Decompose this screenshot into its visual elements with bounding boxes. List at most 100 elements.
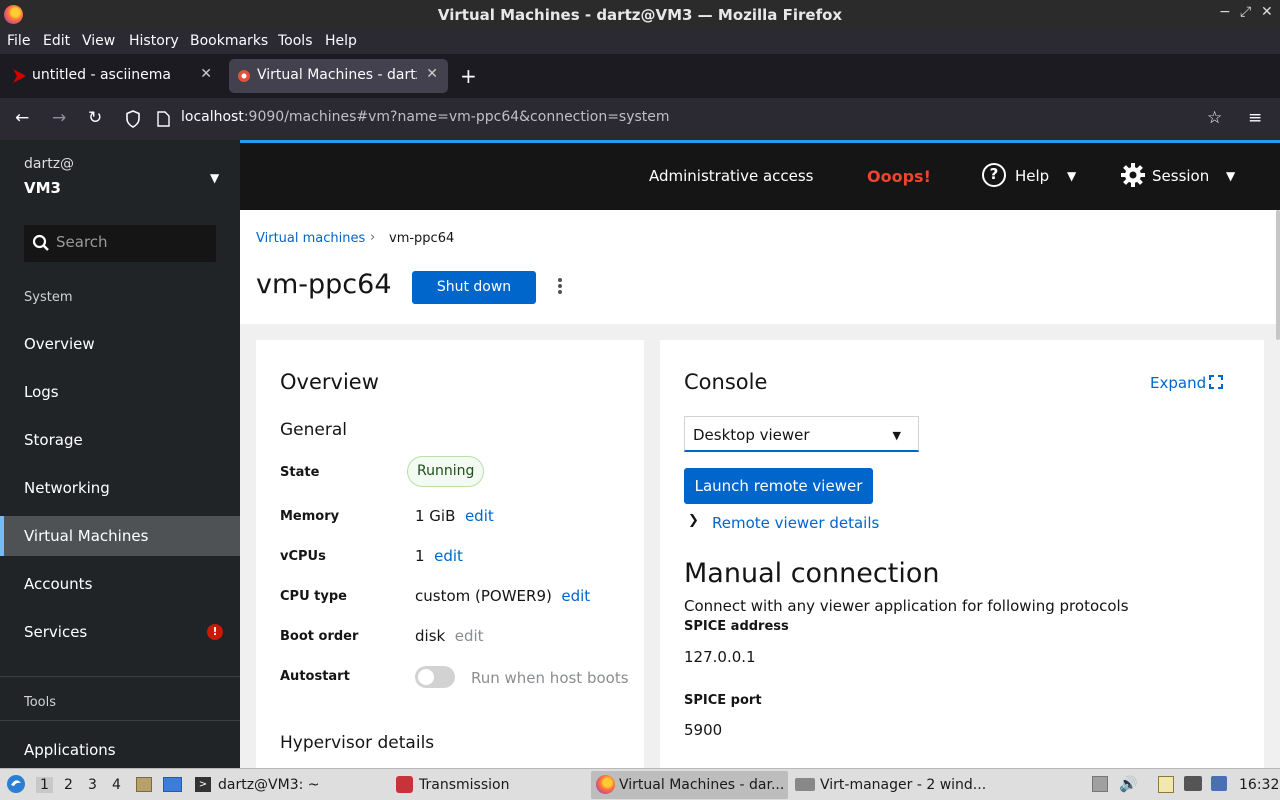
cpu-type-text: custom (POWER9) <box>415 587 552 605</box>
gear-icon[interactable] <box>1120 162 1146 188</box>
show-desktop-icon[interactable] <box>163 777 182 792</box>
taskbar-transmission[interactable]: Transmission <box>390 771 590 799</box>
boot-order-text: disk <box>415 627 446 645</box>
autostart-text: Run when host boots <box>471 669 629 687</box>
menu-hamburger-icon[interactable]: ≡ <box>1248 108 1262 128</box>
bookmark-star-icon[interactable]: ☆ <box>1207 108 1222 128</box>
sidebar-item-virtual-machines[interactable]: Virtual Machines <box>0 516 240 556</box>
sidebar-item-storage[interactable]: Storage <box>0 420 240 460</box>
select-caret-icon: ▼ <box>892 429 901 442</box>
taskbar-terminal-label: dartz@VM3: ~ <box>218 777 320 793</box>
expand-link[interactable]: Expand <box>1150 374 1206 392</box>
launch-remote-viewer-button[interactable]: Launch remote viewer <box>684 468 873 504</box>
close-tab-icon[interactable]: ✕ <box>426 66 438 82</box>
overview-title: Overview <box>280 370 379 394</box>
breadcrumb-virtual-machines[interactable]: Virtual machines <box>256 231 365 246</box>
cockpit-icon <box>238 70 250 82</box>
host-name[interactable]: VM3 <box>24 179 61 197</box>
shut-down-button[interactable]: Shut down <box>412 271 536 304</box>
transmission-icon <box>396 776 413 793</box>
sidebar-item-networking[interactable]: Networking <box>0 468 240 508</box>
sidebar-item-label: Logs <box>24 383 59 401</box>
tray-updates-icon[interactable] <box>1092 776 1108 792</box>
notification-icon[interactable] <box>1211 776 1227 791</box>
help-icon[interactable]: ? <box>982 163 1006 187</box>
start-menu-icon[interactable] <box>6 774 26 794</box>
sidebar-item-label: Overview <box>24 335 95 353</box>
vcpus-count: 1 <box>415 547 425 565</box>
forward-arrow-icon[interactable]: → <box>52 108 66 128</box>
url-text[interactable]: localhost:9090/machines#vm?name=vm-ppc64… <box>181 109 670 125</box>
kebab-menu-icon[interactable] <box>558 278 562 294</box>
session-button[interactable]: Session <box>1152 167 1209 185</box>
help-caret-icon[interactable]: ▼ <box>1067 169 1076 183</box>
sidebar-search[interactable] <box>24 225 216 262</box>
masthead: Administrative access Ooops! ? Help ▼ Se… <box>240 140 1280 210</box>
expand-icon[interactable] <box>1209 375 1223 389</box>
edit-cpu-type-link[interactable]: edit <box>561 587 590 605</box>
menu-help[interactable]: Help <box>325 33 357 49</box>
taskbar-virt-manager[interactable]: Virt-manager - 2 wind... <box>790 771 990 799</box>
close-window-button[interactable]: ✕ <box>1261 4 1273 20</box>
sidebar-item-services[interactable]: Services! <box>0 612 240 652</box>
sidebar-item-label: Virtual Machines <box>24 527 149 545</box>
clock: 16:32 <box>1239 777 1280 793</box>
menu-edit[interactable]: Edit <box>43 33 70 49</box>
taskbar: 1 2 3 4 > dartz@VM3: ~ Transmission Virt… <box>0 768 1280 800</box>
page-icon <box>157 111 170 127</box>
scrollbar[interactable] <box>1276 210 1280 340</box>
menu-history[interactable]: History <box>129 33 179 49</box>
taskbar-firefox[interactable]: Virtual Machines - dar... <box>591 771 788 799</box>
oops-button[interactable]: Ooops! <box>867 167 931 186</box>
close-tab-icon[interactable]: ✕ <box>200 66 212 82</box>
workspace-4[interactable]: 4 <box>112 777 121 793</box>
status-badge: Running <box>407 456 485 487</box>
menu-file[interactable]: File <box>7 33 30 49</box>
console-card: Console Expand Desktop viewer ▼ Launch re… <box>660 340 1264 768</box>
administrative-access-button[interactable]: Administrative access <box>649 167 814 185</box>
menu-bookmarks[interactable]: Bookmarks <box>190 33 268 49</box>
virt-manager-icon <box>795 778 815 791</box>
remote-viewer-details-link[interactable]: Remote viewer details <box>712 514 879 532</box>
edit-memory-link[interactable]: edit <box>465 507 494 525</box>
workspace-2[interactable]: 2 <box>64 777 73 793</box>
sidebar-item-logs[interactable]: Logs <box>0 372 240 412</box>
taskbar-terminal[interactable]: > dartz@VM3: ~ <box>190 771 390 799</box>
alert-icon: ! <box>207 624 223 640</box>
search-input[interactable] <box>56 233 206 251</box>
clipboard-icon[interactable] <box>1158 776 1174 793</box>
viewer-select[interactable]: Desktop viewer ▼ <box>684 416 919 452</box>
minimize-button[interactable]: − <box>1219 4 1231 20</box>
window-titlebar: Virtual Machines - dartz@VM3 — Mozilla F… <box>0 0 1280 29</box>
new-tab-button[interactable]: + <box>460 64 477 88</box>
tab-asciinema[interactable]: untitled - asciinema ✕ <box>4 59 222 93</box>
maximize-button[interactable]: ⤢ <box>1240 4 1251 20</box>
workspace-3[interactable]: 3 <box>88 777 97 793</box>
edit-boot-order-link[interactable]: edit <box>455 627 484 645</box>
autostart-toggle[interactable] <box>415 666 455 688</box>
edit-vcpus-link[interactable]: edit <box>434 547 463 565</box>
sidebar-item-overview[interactable]: Overview <box>0 324 240 364</box>
tab-virtual-machines[interactable]: Virtual Machines - dartz@ ✕ <box>229 59 448 93</box>
sidebar-item-accounts[interactable]: Accounts <box>0 564 240 604</box>
sidebar-item-applications[interactable]: Applications <box>0 730 240 770</box>
workspace-1[interactable]: 1 <box>36 777 53 793</box>
reload-icon[interactable]: ↻ <box>88 108 102 128</box>
asciinema-icon <box>13 69 26 83</box>
host-dropdown-caret-icon[interactable]: ▼ <box>210 171 219 185</box>
sidebar-section-tools: Tools <box>24 695 57 710</box>
menu-tools[interactable]: Tools <box>278 33 313 49</box>
session-caret-icon[interactable]: ▼ <box>1226 169 1235 183</box>
host-user[interactable]: dartz@ <box>24 156 74 172</box>
file-manager-icon[interactable] <box>136 777 152 792</box>
navigation-bar: ← → ↻ localhost:9090/machines#vm?name=vm… <box>0 98 1280 140</box>
shield-icon[interactable] <box>125 110 141 128</box>
chevron-right-icon[interactable]: ❯ <box>688 513 699 528</box>
help-button[interactable]: Help <box>1015 167 1049 185</box>
volume-icon[interactable]: 🔊 <box>1119 775 1138 793</box>
menu-view[interactable]: View <box>82 33 115 49</box>
sidebar-divider <box>0 720 240 721</box>
back-arrow-icon[interactable]: ← <box>15 108 29 128</box>
boot-order-value: disk edit <box>415 627 484 645</box>
network-icon[interactable] <box>1184 776 1202 791</box>
